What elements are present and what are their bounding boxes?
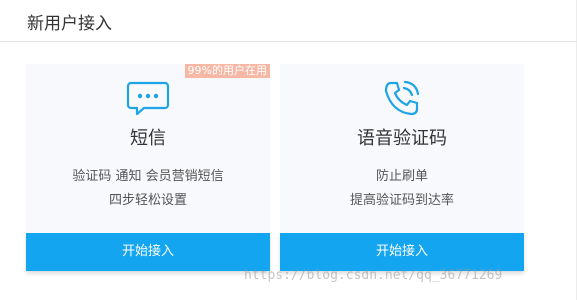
card-description: 提高验证码到达率 — [349, 193, 454, 208]
voice-start-button[interactable]: 开始接入 — [280, 233, 524, 271]
card-description: 四步轻松设置 — [108, 193, 187, 208]
chat-bubble-icon — [124, 74, 172, 122]
card-title: 语音验证码 — [357, 128, 447, 149]
voice-code-card: 语音验证码 防止刷单 提高验证码到达率 开始接入 — [280, 64, 524, 272]
card-description: 防止刷单 — [375, 169, 428, 184]
card-description: 验证码 通知 会员营销短信 — [72, 169, 224, 184]
page-title: 新用户接入 — [27, 14, 112, 34]
watermark: https://blog.csdn.net/qq_36771269 — [244, 268, 503, 283]
usage-badge: 99%的用户在用 — [184, 64, 270, 78]
new-user-access-panel: 新用户接入 99%的用户在用 短信 验证码 通知 会员营销短信 四步轻松设置 开… — [0, 0, 577, 300]
panel-header: 新用户接入 — [0, 0, 577, 42]
card-title: 短信 — [130, 128, 166, 149]
sms-start-button[interactable]: 开始接入 — [26, 233, 270, 271]
phone-ringing-icon — [378, 74, 426, 122]
sms-card: 99%的用户在用 短信 验证码 通知 会员营销短信 四步轻松设置 开始接入 — [26, 64, 270, 272]
